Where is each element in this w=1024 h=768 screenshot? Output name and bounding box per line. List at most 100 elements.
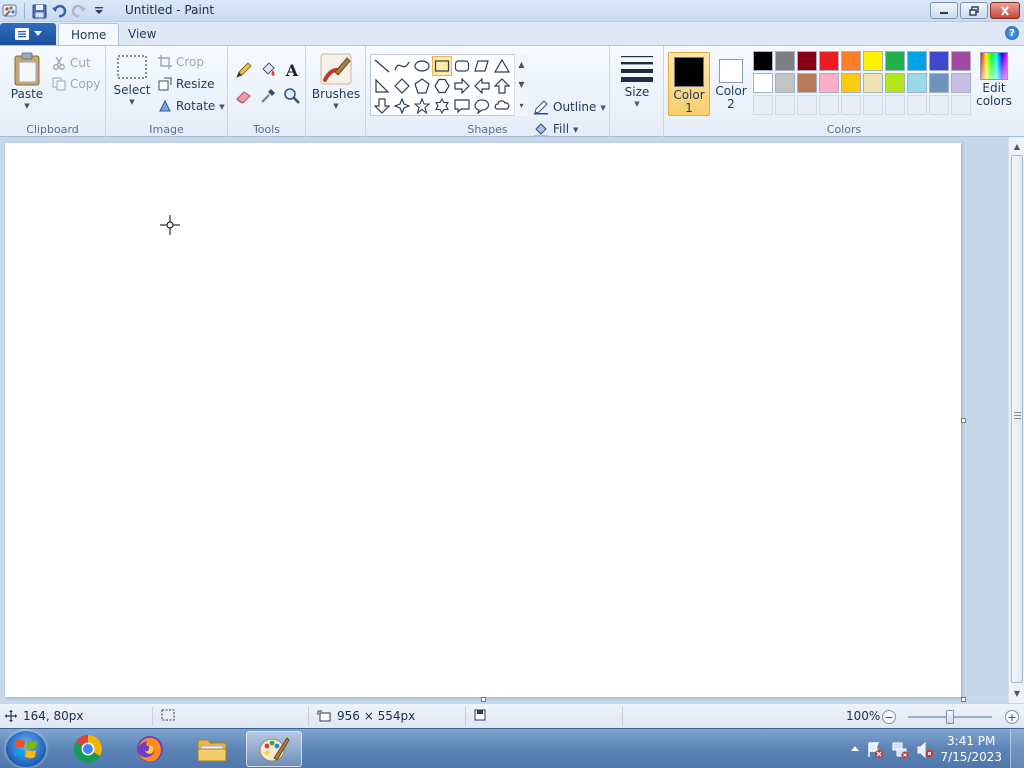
polygon-shape[interactable] xyxy=(472,56,492,76)
fill-tool[interactable] xyxy=(257,60,279,80)
cut-button[interactable]: Cut xyxy=(52,54,91,72)
scroll-up-arrow-icon[interactable]: ▲ xyxy=(1009,138,1024,154)
oval-callout-shape[interactable] xyxy=(472,96,492,116)
taskbar-file-explorer[interactable] xyxy=(184,731,240,767)
taskbar-paint[interactable] xyxy=(246,731,302,767)
oval-shape[interactable] xyxy=(412,56,432,76)
palette-swatch[interactable] xyxy=(819,51,839,71)
minimize-button[interactable] xyxy=(930,2,958,19)
pentagon-shape[interactable] xyxy=(412,76,432,96)
zoom-out-button[interactable]: − xyxy=(882,710,896,724)
scrollbar-thumb[interactable] xyxy=(1011,155,1023,683)
cloud-callout-shape[interactable] xyxy=(492,96,512,116)
zoom-slider-thumb[interactable] xyxy=(946,710,954,724)
scroll-down-arrow-icon[interactable]: ▼ xyxy=(1009,685,1024,701)
undo-icon[interactable] xyxy=(51,3,67,19)
scroll-up-icon[interactable]: ▲ xyxy=(518,60,524,69)
save-icon[interactable] xyxy=(31,3,47,19)
five-point-star-shape[interactable] xyxy=(412,96,432,116)
zoom-in-button[interactable]: + xyxy=(1005,710,1019,724)
shapes-gallery-scroll[interactable]: ▲ ▼ ▾ xyxy=(514,54,528,116)
color2-button[interactable]: Color 2 xyxy=(712,52,750,116)
show-desktop-button[interactable] xyxy=(1010,729,1024,768)
palette-swatch[interactable] xyxy=(951,51,971,71)
custom-color-slot[interactable] xyxy=(951,95,971,115)
right-arrow-shape[interactable] xyxy=(452,76,472,96)
palette-swatch[interactable] xyxy=(907,73,927,93)
palette-swatch[interactable] xyxy=(885,73,905,93)
outline-button[interactable]: Outline ▼ xyxy=(533,98,606,116)
magnifier-tool[interactable] xyxy=(281,86,303,106)
custom-color-slot[interactable] xyxy=(885,95,905,115)
palette-swatch[interactable] xyxy=(841,73,861,93)
brushes-button[interactable]: Brushes ▼ xyxy=(312,52,360,110)
resize-button[interactable]: Resize xyxy=(158,75,214,93)
palette-swatch[interactable] xyxy=(775,73,795,93)
custom-color-slot[interactable] xyxy=(841,95,861,115)
resize-handle-right[interactable] xyxy=(961,418,966,423)
palette-swatch[interactable] xyxy=(797,51,817,71)
down-arrow-shape[interactable] xyxy=(372,96,392,116)
line-shape[interactable] xyxy=(372,56,392,76)
color-picker-tool[interactable] xyxy=(257,86,279,106)
resize-handle-corner[interactable] xyxy=(961,697,966,702)
edit-colors-button[interactable]: Edit colors xyxy=(976,52,1012,116)
up-arrow-shape[interactable] xyxy=(492,76,512,96)
start-button[interactable] xyxy=(6,731,46,767)
palette-swatch[interactable] xyxy=(753,73,773,93)
paste-button[interactable]: Paste ▼ xyxy=(8,52,46,110)
size-button[interactable]: Size ▼ xyxy=(618,54,656,108)
custom-color-slot[interactable] xyxy=(753,95,773,115)
restore-button[interactable] xyxy=(960,2,988,19)
rounded-rectangle-shape[interactable] xyxy=(452,56,472,76)
palette-swatch[interactable] xyxy=(819,73,839,93)
scroll-down-icon[interactable]: ▼ xyxy=(518,80,524,89)
custom-color-slot[interactable] xyxy=(863,95,883,115)
expand-gallery-icon[interactable]: ▾ xyxy=(519,101,523,110)
custom-color-slot[interactable] xyxy=(797,95,817,115)
custom-color-slot[interactable] xyxy=(929,95,949,115)
palette-swatch[interactable] xyxy=(863,51,883,71)
resize-handle-bottom[interactable] xyxy=(481,697,486,702)
color1-button[interactable]: Color 1 xyxy=(668,52,710,116)
pencil-tool[interactable] xyxy=(233,60,255,80)
custom-color-slot[interactable] xyxy=(819,95,839,115)
palette-swatch[interactable] xyxy=(797,73,817,93)
network-icon[interactable] xyxy=(891,741,909,759)
palette-swatch[interactable] xyxy=(863,73,883,93)
palette-swatch[interactable] xyxy=(929,73,949,93)
rectangular-callout-shape[interactable] xyxy=(452,96,472,116)
custom-color-slot[interactable] xyxy=(775,95,795,115)
curve-shape[interactable] xyxy=(392,56,412,76)
palette-swatch[interactable] xyxy=(753,51,773,71)
palette-swatch[interactable] xyxy=(885,51,905,71)
paint-menu-button[interactable] xyxy=(0,23,56,45)
copy-button[interactable]: Copy xyxy=(52,75,100,93)
palette-swatch[interactable] xyxy=(907,51,927,71)
text-tool[interactable]: A xyxy=(281,60,303,80)
vertical-scrollbar[interactable]: ▲ ▼ xyxy=(1008,137,1024,703)
redo-icon[interactable] xyxy=(71,3,87,19)
right-triangle-shape[interactable] xyxy=(372,76,392,96)
tab-home[interactable]: Home xyxy=(58,23,120,45)
show-hidden-icons-icon[interactable] xyxy=(850,744,860,752)
four-point-star-shape[interactable] xyxy=(392,96,412,116)
fill-button[interactable]: Fill ▼ xyxy=(533,120,578,138)
palette-swatch[interactable] xyxy=(951,73,971,93)
select-button[interactable]: Select ▼ xyxy=(112,54,152,106)
crop-button[interactable]: Crop xyxy=(158,53,204,71)
triangle-shape[interactable] xyxy=(492,56,512,76)
left-arrow-shape[interactable] xyxy=(472,76,492,96)
eraser-tool[interactable] xyxy=(233,86,255,106)
volume-muted-icon[interactable] xyxy=(916,741,934,759)
action-center-icon[interactable] xyxy=(866,741,884,759)
six-point-star-shape[interactable] xyxy=(432,96,452,116)
diamond-shape[interactable] xyxy=(392,76,412,96)
drawing-canvas[interactable] xyxy=(5,143,961,697)
custom-color-slot[interactable] xyxy=(907,95,927,115)
rotate-button[interactable]: Rotate ▼ xyxy=(158,97,225,115)
taskbar-chrome[interactable] xyxy=(60,731,116,767)
taskbar-firefox[interactable] xyxy=(122,731,178,767)
palette-swatch[interactable] xyxy=(841,51,861,71)
hexagon-shape[interactable] xyxy=(432,76,452,96)
